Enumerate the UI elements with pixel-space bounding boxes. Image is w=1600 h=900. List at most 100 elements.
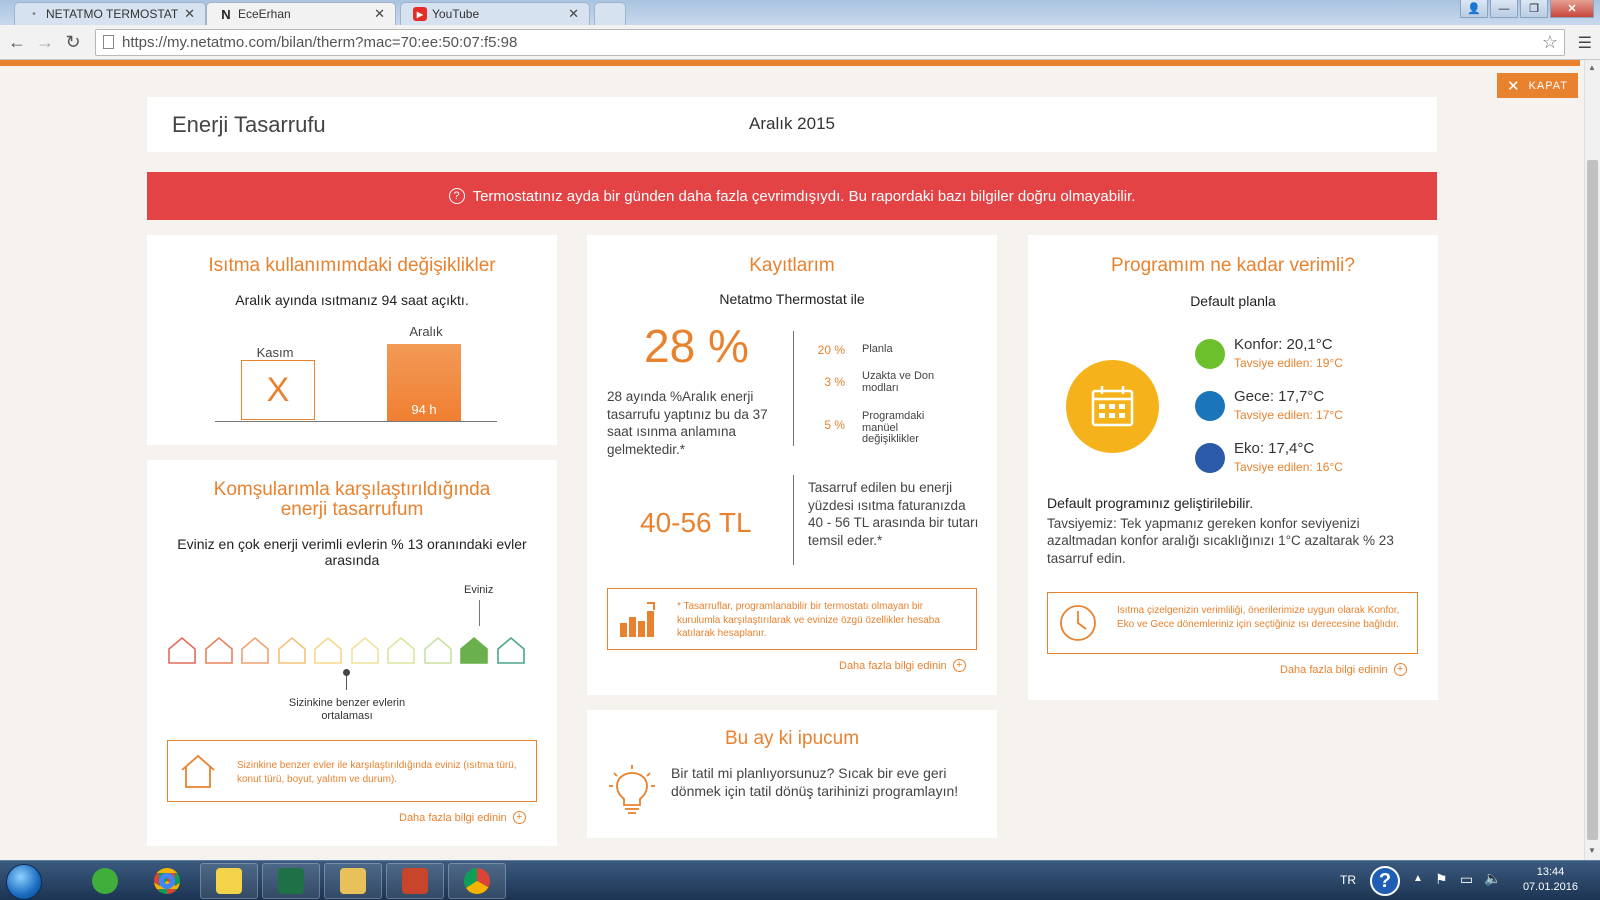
scroll-up-arrow-icon[interactable]: ▲: [1588, 63, 1596, 72]
your-home-label: Eviniz: [464, 584, 494, 596]
volume-icon[interactable]: 🔈: [1484, 870, 1501, 887]
bar-label-aralik: Aralık: [409, 324, 443, 339]
address-bar[interactable]: https://my.netatmo.com/bilan/therm?mac=7…: [95, 29, 1565, 56]
plus-circle-icon: +: [512, 811, 526, 824]
program-advice: Tavsiyemiz: Tek yapmanız gereken konfor …: [1047, 516, 1394, 566]
breakdown-label: Planla: [862, 343, 893, 355]
scroll-thumb[interactable]: [1587, 160, 1598, 840]
close-window-button[interactable]: ✕: [1550, 0, 1594, 18]
close-tab-icon[interactable]: ✕: [568, 6, 579, 22]
presentation-app-icon[interactable]: [386, 863, 444, 899]
neighbors-info-box: Sizinkine benzer evler ile karşılaştırıl…: [167, 740, 537, 802]
learn-more-link[interactable]: Daha fazla bilgi edinin +: [1280, 663, 1407, 676]
eco-temp: Eko: 17,4°C: [1234, 440, 1315, 457]
close-icon: ✕: [1506, 77, 1521, 95]
records-info-box: * Tasarruflar, programlanabilir bir term…: [607, 588, 977, 650]
records-subtitle: Netatmo Thermostat ile: [719, 291, 865, 307]
close-report-button[interactable]: ✕ KAPAT: [1497, 73, 1578, 98]
house-icon: [205, 636, 233, 664]
chart-baseline: [215, 421, 497, 422]
savings-money-text: Tasarruf edilen bu enerji yüzdesi ısıtma…: [808, 480, 979, 548]
program-efficiency-card: Programım ne kadar verimli? Default plan…: [1028, 235, 1438, 700]
savings-percent-text: 28 ayında %Aralık enerji tasarrufu yaptı…: [607, 389, 768, 457]
card-title: Komşularımla karşılaştırıldığında enerji…: [213, 479, 491, 520]
tab-label: EceErhan: [238, 7, 291, 21]
lightbulb-icon: [609, 765, 655, 814]
clock-time: 13:44: [1536, 866, 1565, 878]
plus-circle-icon: +: [952, 659, 966, 672]
savings-percent: 28 %: [644, 320, 749, 372]
divider: [793, 475, 794, 565]
excel-icon[interactable]: [262, 863, 320, 899]
minimize-button[interactable]: —: [1490, 0, 1518, 18]
neighbors-comparison-card: Komşularımla karşılaştırıldığında enerji…: [147, 460, 557, 846]
your-home-pointer: [479, 600, 480, 626]
breakdown-label: Programdaki manüel değişiklikler: [862, 410, 925, 446]
card-title: Bu ay ki ipucum: [724, 728, 860, 749]
bar-aralik: 94 h: [387, 344, 461, 421]
close-tab-icon[interactable]: ✕: [184, 6, 195, 22]
tab-youtube[interactable]: ▶ YouTube ✕: [400, 2, 590, 25]
tab-eceerhan[interactable]: N EceErhan ✕: [206, 2, 396, 25]
program-name: Default planla: [1190, 293, 1276, 309]
records-card: Kayıtlarım Netatmo Thermostat ile 28 % 2…: [587, 235, 997, 695]
house-icon: [351, 636, 379, 664]
scroll-down-arrow-icon[interactable]: ▼: [1588, 846, 1596, 855]
show-hidden-icons-icon[interactable]: ▲: [1413, 873, 1423, 884]
heating-summary: Aralık ayında ısıtmanız 94 saat açıktı.: [235, 292, 469, 308]
monthly-tip-card: Bu ay ki ipucum Bir tatil mi planlıyorsu…: [587, 710, 997, 838]
plus-circle-icon: +: [1393, 663, 1407, 676]
program-improvable: Default programınız geliştirilebilir.: [1047, 495, 1254, 511]
breakdown-value: 20 %: [817, 343, 845, 357]
calendar-badge: [1066, 360, 1159, 453]
neighbors-info-text: Sizinkine benzer evler ile karşılaştırıl…: [237, 760, 517, 785]
clock-date: 07.01.2016: [1522, 880, 1578, 893]
close-label: KAPAT: [1528, 79, 1568, 92]
page-scrollbar[interactable]: ▲ ▼: [1584, 60, 1600, 860]
report-header: Enerji Tasarrufu Aralık 2015: [147, 97, 1437, 152]
card-title: Programım ne kadar verimli?: [1111, 255, 1355, 276]
offline-alert: ? Termostatınız ayda bir günden daha faz…: [147, 172, 1437, 220]
file-explorer-icon[interactable]: [324, 863, 382, 899]
learn-more-link[interactable]: Daha fazla bilgi edinin +: [839, 659, 966, 672]
sticky-notes-icon[interactable]: [200, 863, 258, 899]
house-icon: [424, 636, 452, 664]
url-text: https://my.netatmo.com/bilan/therm?mac=7…: [122, 34, 518, 51]
chrome-window-icon[interactable]: [448, 863, 506, 899]
average-label: Sizinkine benzer evlerin ortalaması: [288, 697, 406, 723]
program-info-text: Isıtma çizelgenizin verimliliği, önerile…: [1117, 605, 1400, 630]
new-tab-button[interactable]: [594, 2, 626, 25]
system-clock[interactable]: 13:44 07.01.2016: [1523, 865, 1578, 895]
back-arrow-icon[interactable]: ←: [6, 32, 28, 53]
tip-text: Bir tatil mi planlıyorsunuz? Sıcak bir e…: [671, 765, 959, 800]
windows-taskbar: TR ? ▲ ⚑ ▭ 🔈 13:44 07.01.2016: [0, 860, 1600, 900]
flag-icon[interactable]: ⚑: [1435, 871, 1448, 888]
reload-icon[interactable]: ↻: [62, 32, 84, 53]
forward-arrow-icon[interactable]: →: [34, 32, 56, 53]
divider: [793, 331, 794, 446]
tab-netatmo-termostat[interactable]: • NETATMO TERMOSTAT P/ ✕: [14, 2, 206, 25]
chrome-icon[interactable]: [138, 863, 196, 899]
report-month: Aralık 2015: [749, 114, 835, 133]
start-button[interactable]: [6, 864, 42, 900]
language-indicator[interactable]: TR: [1340, 873, 1356, 887]
runner-app-icon[interactable]: [76, 863, 134, 899]
help-icon[interactable]: ?: [1370, 866, 1400, 896]
night-temp: Gece: 17,7°C: [1234, 388, 1325, 405]
page-icon: [103, 35, 114, 49]
card-title: Isıtma kullanımımdaki değişiklikler: [208, 255, 496, 276]
breakdown-value: 3 %: [824, 375, 845, 389]
tab-label: YouTube: [432, 7, 480, 21]
bar-value-label: 94 h: [411, 402, 437, 417]
network-icon[interactable]: ▭: [1460, 871, 1473, 888]
browser-titlebar: • NETATMO TERMOSTAT P/ ✕ N EceErhan ✕ ▶ …: [0, 0, 1600, 25]
learn-more-link[interactable]: Daha fazla bilgi edinin +: [399, 811, 526, 824]
close-tab-icon[interactable]: ✕: [374, 6, 385, 22]
link-text: Daha fazla bilgi edinin: [839, 659, 947, 672]
user-icon[interactable]: 👤: [1460, 0, 1488, 18]
maximize-button[interactable]: ❐: [1520, 0, 1548, 18]
eco-dot: [1195, 443, 1225, 473]
menu-icon[interactable]: ☰: [1578, 33, 1592, 53]
comfort-dot: [1195, 339, 1225, 369]
bookmark-star-icon[interactable]: ☆: [1542, 32, 1558, 53]
